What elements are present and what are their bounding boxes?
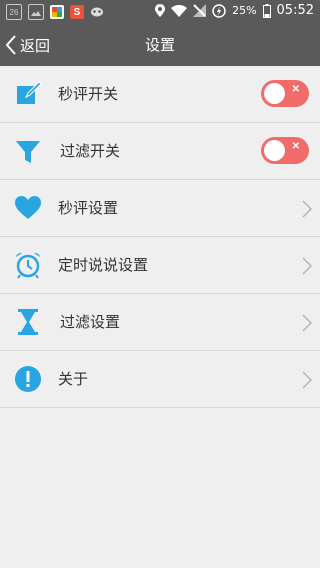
s-app-icon: S bbox=[70, 5, 84, 19]
heart-icon bbox=[15, 196, 41, 219]
setting-label: 定时说说设置 bbox=[58, 256, 149, 274]
back-label: 返回 bbox=[20, 36, 51, 55]
calendar-icon: 26 bbox=[6, 4, 22, 20]
app-header: 返回 设置 bbox=[0, 24, 320, 66]
store-app-icon bbox=[50, 5, 64, 19]
toggle-knob bbox=[264, 83, 285, 104]
setting-row-filter-settings[interactable]: 过滤设置 bbox=[0, 294, 320, 351]
battery-icon bbox=[262, 3, 271, 18]
no-signal-icon bbox=[193, 4, 207, 17]
status-bar: 26 S 25% 05:52 bbox=[0, 0, 320, 24]
info-icon bbox=[15, 366, 41, 392]
setting-row-filter-switch: 过滤开关 ✕ bbox=[0, 123, 320, 180]
close-icon: ✕ bbox=[291, 141, 300, 152]
setting-label: 秒评设置 bbox=[58, 199, 119, 217]
close-icon: ✕ bbox=[291, 84, 300, 95]
chevron-right-icon bbox=[302, 257, 313, 275]
battery-percent: 25% bbox=[232, 4, 257, 17]
filter-icon bbox=[16, 141, 40, 163]
chevron-right-icon bbox=[302, 371, 313, 389]
gallery-icon bbox=[28, 4, 44, 20]
setting-label: 过滤开关 bbox=[60, 142, 121, 160]
back-button[interactable]: 返回 bbox=[4, 24, 50, 66]
chevron-right-icon bbox=[302, 200, 313, 218]
chevron-right-icon bbox=[302, 314, 313, 332]
alarm-clock-icon bbox=[16, 252, 40, 279]
location-icon bbox=[155, 4, 166, 17]
clock: 05:52 bbox=[276, 3, 314, 18]
setting-label: 过滤设置 bbox=[60, 313, 121, 331]
wifi-icon bbox=[171, 4, 188, 17]
alien-app-icon bbox=[90, 5, 104, 19]
edit-icon bbox=[17, 81, 42, 104]
setting-label: 秒评开关 bbox=[58, 85, 119, 103]
toggle-knob bbox=[264, 140, 285, 161]
battery-saver-icon bbox=[212, 3, 226, 18]
setting-row-second-comment-switch: 秒评开关 ✕ bbox=[0, 66, 320, 123]
setting-row-scheduled-post-settings[interactable]: 定时说说设置 bbox=[0, 237, 320, 294]
setting-row-second-comment-settings[interactable]: 秒评设置 bbox=[0, 180, 320, 237]
hourglass-icon bbox=[18, 309, 38, 335]
chevron-left-icon bbox=[5, 35, 16, 55]
setting-label: 关于 bbox=[58, 370, 89, 388]
second-comment-toggle[interactable]: ✕ bbox=[261, 80, 309, 107]
filter-toggle[interactable]: ✕ bbox=[261, 137, 309, 164]
settings-list: 秒评开关 ✕ 过滤开关 ✕ 秒评设置 定时说说设置 过滤设置 关于 bbox=[0, 66, 320, 408]
setting-row-about[interactable]: 关于 bbox=[0, 351, 320, 408]
